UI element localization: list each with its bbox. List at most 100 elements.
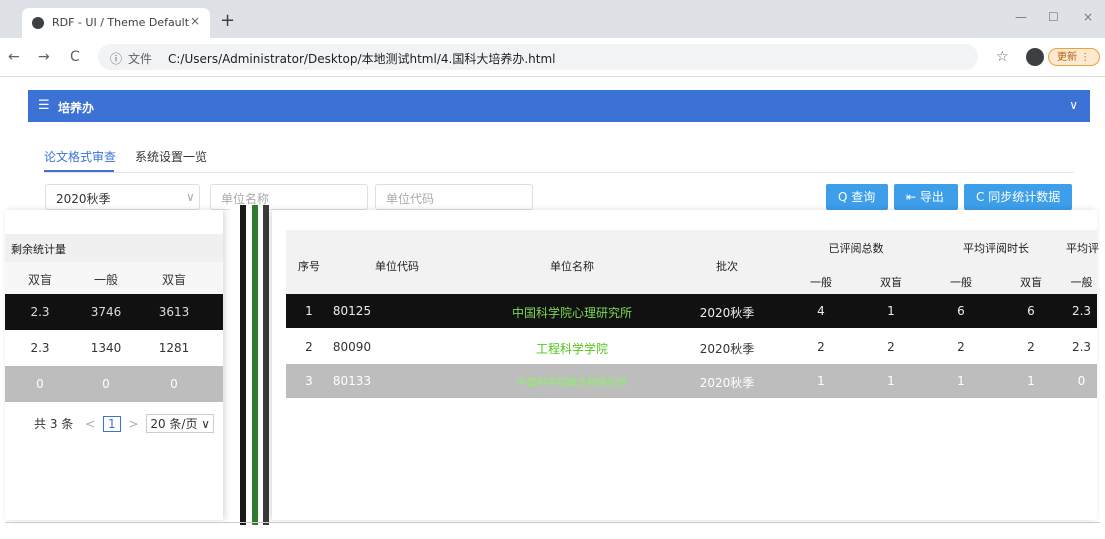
term-select[interactable]: 2020秋季 ∨ — [45, 184, 200, 210]
cell-index: 1 — [305, 304, 313, 318]
page-size-select[interactable]: 20 条/页 ∨ — [146, 414, 215, 433]
table-row[interactable]: 2 80090 工程科学学院 2020秋季 2 2 2 2 2.3 — [286, 330, 1097, 364]
divider-bar — [252, 205, 258, 525]
site-favicon-icon — [32, 17, 44, 29]
cell-name-link[interactable]: 工程科学学院 — [472, 340, 672, 357]
page-title: 培养办 — [58, 101, 95, 115]
tab-title: RDF - UI / Theme Default — [52, 16, 190, 29]
tab-divider — [44, 172, 1074, 173]
table-cell: 1 — [957, 374, 965, 388]
bookmark-star-icon[interactable]: ☆ — [996, 49, 1009, 65]
column-header-code: 单位代码 — [375, 260, 419, 273]
left-fixed-table: 剩余统计量 双盲 一般 双盲 2.3 3746 3613 2.3 1340 12… — [5, 210, 223, 520]
address-bar[interactable]: ⓘ 文件 C:/Users/Administrator/Desktop/本地测试… — [98, 44, 978, 70]
tab-close-icon[interactable]: × — [190, 14, 200, 28]
column-group-header: 平均评 — [1066, 242, 1099, 255]
profile-avatar-icon[interactable] — [1026, 48, 1044, 66]
table-cell: 1 — [817, 374, 825, 388]
tab-format-review[interactable]: 论文格式审查 — [44, 148, 116, 165]
table-cell: 1 — [1027, 374, 1035, 388]
table-cell: 6 — [957, 304, 965, 318]
table-cell: 0 — [102, 377, 110, 391]
column-group-header: 已评阅总数 — [828, 242, 884, 255]
column-header: 一般 — [1070, 276, 1093, 289]
table-row[interactable]: 0 0 0 — [5, 366, 223, 402]
table-row[interactable]: 3 80133 中国科学院微生物研究所 2020秋季 1 1 1 1 0 — [286, 364, 1097, 398]
cell-batch: 2020秋季 — [699, 342, 755, 356]
table-cell: 4 — [817, 304, 825, 318]
cell-code: 80125 — [332, 304, 372, 318]
table-cell: 0 — [36, 377, 44, 391]
reload-button[interactable]: C — [70, 49, 80, 65]
table-group-header: 剩余统计量 — [5, 234, 223, 262]
browser-tab[interactable]: RDF - UI / Theme Default × — [22, 8, 210, 38]
column-header: 双盲 — [880, 276, 902, 289]
cell-index: 3 — [305, 374, 313, 388]
maximize-button[interactable]: ☐ — [1048, 10, 1059, 24]
column-header: 一般 — [93, 273, 118, 287]
cell-code: 80133 — [332, 374, 372, 388]
table-row[interactable]: 1 80125 中国科学院心理研究所 2020秋季 4 1 6 6 2.3 — [286, 294, 1097, 328]
divider-bar — [240, 205, 246, 525]
tab-system-settings[interactable]: 系统设置一览 — [135, 148, 207, 165]
term-value: 2020秋季 — [56, 192, 111, 206]
cell-batch: 2020秋季 — [699, 306, 755, 320]
info-icon[interactable]: ⓘ — [110, 50, 122, 67]
pagination: 共 3 条 < 1 > 20 条/页 ∨ — [34, 414, 215, 433]
forward-button[interactable]: → — [38, 49, 50, 65]
table-cell: 2.3 — [1071, 340, 1092, 354]
main-table: 序号 单位代码 单位名称 批次 已评阅总数 平均评阅时长 平均评 一般 双盲 一… — [272, 210, 1099, 520]
table-row[interactable]: 2.3 3746 3613 — [5, 294, 223, 330]
column-header-batch: 批次 — [716, 260, 738, 273]
group-header-label: 剩余统计量 — [11, 243, 66, 256]
table-cell: 2 — [1027, 340, 1035, 354]
export-button[interactable]: ⇤ 导出 — [894, 184, 958, 210]
unit-code-placeholder: 单位代码 — [386, 192, 435, 206]
cell-name-link[interactable]: 中国科学院心理研究所 — [472, 304, 672, 321]
cell-code: 80090 — [332, 340, 372, 354]
column-header: 双盲 — [161, 273, 186, 287]
close-window-button[interactable]: × — [1083, 10, 1093, 24]
table-cell: 2 — [957, 340, 965, 354]
table-cell: 1 — [887, 304, 895, 318]
column-header: 双盲 — [27, 273, 52, 287]
url-text[interactable]: C:/Users/Administrator/Desktop/本地测试html/… — [168, 50, 555, 67]
menu-icon[interactable]: ☰ — [38, 98, 50, 113]
column-header: 一般 — [950, 276, 972, 289]
minimize-button[interactable]: — — [1015, 10, 1027, 24]
column-header-name: 单位名称 — [550, 260, 594, 273]
browser-toolbar: ← → C ⓘ 文件 C:/Users/Administrator/Deskto… — [0, 38, 1105, 77]
cell-batch: 2020秋季 — [699, 376, 755, 390]
table-cell: 0 — [170, 377, 178, 391]
unit-code-input[interactable]: 单位代码 — [375, 184, 533, 210]
sync-stats-button[interactable]: C 同步统计数据 — [964, 184, 1072, 210]
update-button[interactable]: 更新 ⋮ — [1048, 48, 1100, 66]
column-header: 一般 — [810, 276, 832, 289]
column-group-header: 平均评阅时长 — [963, 242, 1029, 255]
query-button[interactable]: Q 查询 — [826, 184, 888, 210]
table-cell: 2.3 — [30, 305, 50, 319]
table-cell: 2.3 — [30, 341, 50, 355]
new-tab-button[interactable]: + — [220, 10, 235, 31]
chevron-down-icon[interactable]: ∨ — [1069, 98, 1078, 112]
table-cell: 0 — [1077, 374, 1086, 388]
table-cell: 1340 — [90, 341, 122, 355]
table-cell: 6 — [1027, 304, 1035, 318]
divider-bar — [263, 205, 269, 525]
table-cell: 1 — [887, 374, 895, 388]
back-button[interactable]: ← — [8, 49, 20, 65]
table-subheader: 双盲 一般 双盲 — [5, 262, 223, 294]
cell-index: 2 — [305, 340, 313, 354]
chevron-down-icon: ∨ — [186, 190, 195, 204]
cell-name-link[interactable]: 中国科学院微生物研究所 — [472, 374, 672, 389]
table-cell: 1281 — [158, 341, 190, 355]
page-number[interactable]: 1 — [102, 416, 121, 432]
browser-tab-bar: RDF - UI / Theme Default × + — ☐ × — [0, 0, 1105, 38]
bottom-border — [5, 522, 1100, 523]
column-header: 双盲 — [1020, 276, 1042, 289]
table-row[interactable]: 2.3 1340 1281 — [5, 330, 223, 366]
prev-page-icon[interactable]: < — [85, 417, 95, 431]
table-cell: 3613 — [158, 305, 190, 319]
table-cell: 3746 — [90, 305, 122, 319]
next-page-icon[interactable]: > — [128, 417, 138, 431]
